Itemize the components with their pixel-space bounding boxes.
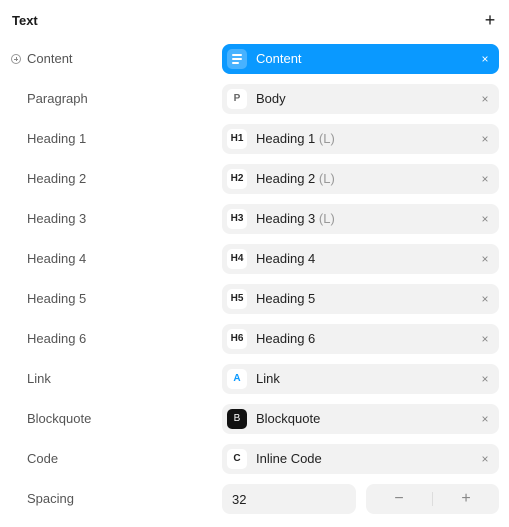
row-label: Heading 3 [27, 211, 87, 226]
decrement-button[interactable]: − [366, 484, 432, 514]
spacing-stepper: − + [366, 484, 499, 514]
row-label: Heading 2 [27, 171, 87, 186]
add-style-button[interactable]: + [482, 10, 498, 30]
close-icon[interactable]: × [479, 444, 491, 474]
add-circle-icon[interactable] [11, 54, 21, 64]
close-icon[interactable]: × [479, 164, 491, 194]
row-label: Heading 5 [27, 291, 87, 306]
style-row-heading-2: Heading 2 H2 Heading 2 (L) × [0, 164, 509, 194]
style-row-content: Content Content × [0, 44, 509, 74]
h6-badge-icon: H6 [227, 329, 247, 349]
h3-badge-icon: H3 [227, 209, 247, 229]
close-icon[interactable]: × [479, 84, 491, 114]
style-suffix: (L) [318, 211, 335, 226]
close-icon[interactable]: × [479, 244, 491, 274]
close-icon[interactable]: × [479, 284, 491, 314]
increment-button[interactable]: + [433, 484, 499, 514]
style-row-link: Link A Link × [0, 364, 509, 394]
close-icon[interactable]: × [479, 44, 491, 74]
close-icon[interactable]: × [479, 124, 491, 154]
style-suffix: (L) [318, 131, 335, 146]
h4-badge-icon: H4 [227, 249, 247, 269]
code-badge-icon: C [227, 449, 247, 469]
style-row-heading-3: Heading 3 H3 Heading 3 (L) × [0, 204, 509, 234]
heading-4-style-field[interactable]: H4 Heading 4 × [222, 244, 499, 274]
style-suffix: (L) [318, 171, 335, 186]
row-label: Paragraph [27, 91, 88, 106]
panel-header: Text + [12, 10, 498, 30]
style-value: Heading 5 [256, 291, 316, 306]
panel-title: Text [12, 13, 38, 28]
style-value: Body [256, 91, 286, 106]
close-icon[interactable]: × [479, 404, 491, 434]
h2-badge-icon: H2 [227, 169, 247, 189]
row-label: Link [27, 371, 51, 386]
close-icon[interactable]: × [479, 324, 491, 354]
close-icon[interactable]: × [479, 204, 491, 234]
style-value: Heading 6 [256, 331, 316, 346]
style-row-heading-4: Heading 4 H4 Heading 4 × [0, 244, 509, 274]
row-label: Heading 1 [27, 131, 87, 146]
style-value: Heading 4 [256, 251, 316, 266]
row-label: Content [27, 51, 73, 66]
spacing-input[interactable] [222, 484, 356, 514]
heading-6-style-field[interactable]: H6 Heading 6 × [222, 324, 499, 354]
close-icon[interactable]: × [479, 364, 491, 394]
style-row-code: Code C Inline Code × [0, 444, 509, 474]
style-row-heading-5: Heading 5 H5 Heading 5 × [0, 284, 509, 314]
style-row-heading-1: Heading 1 H1 Heading 1 (L) × [0, 124, 509, 154]
h5-badge-icon: H5 [227, 289, 247, 309]
style-value: Heading 3 [256, 211, 316, 226]
row-label: Code [27, 451, 59, 466]
heading-3-style-field[interactable]: H3 Heading 3 (L) × [222, 204, 499, 234]
code-style-field[interactable]: C Inline Code × [222, 444, 499, 474]
blockquote-style-field[interactable]: B Blockquote × [222, 404, 499, 434]
style-row-heading-6: Heading 6 H6 Heading 6 × [0, 324, 509, 354]
row-label: Heading 6 [27, 331, 87, 346]
row-label: Spacing [27, 491, 74, 506]
heading-1-style-field[interactable]: H1 Heading 1 (L) × [222, 124, 499, 154]
heading-2-style-field[interactable]: H2 Heading 2 (L) × [222, 164, 499, 194]
content-style-field[interactable]: Content × [222, 44, 499, 74]
style-value: Blockquote [256, 411, 321, 426]
link-badge-icon: A [227, 369, 247, 389]
heading-5-style-field[interactable]: H5 Heading 5 × [222, 284, 499, 314]
paragraph-style-field[interactable]: P Body × [222, 84, 499, 114]
row-label: Blockquote [27, 411, 92, 426]
paragraph-badge-icon: P [227, 89, 247, 109]
link-style-field[interactable]: A Link × [222, 364, 499, 394]
text-lines-icon [227, 49, 247, 69]
h1-badge-icon: H1 [227, 129, 247, 149]
style-row-spacing: Spacing − + [0, 484, 509, 514]
style-value: Heading 1 [256, 131, 316, 146]
style-value: Content [256, 51, 302, 66]
style-value: Inline Code [256, 451, 322, 466]
style-value: Link [256, 371, 280, 386]
blockquote-badge-icon: B [227, 409, 247, 429]
style-value: Heading 2 [256, 171, 316, 186]
style-row-blockquote: Blockquote B Blockquote × [0, 404, 509, 434]
style-row-paragraph: Paragraph P Body × [0, 84, 509, 114]
row-label: Heading 4 [27, 251, 87, 266]
